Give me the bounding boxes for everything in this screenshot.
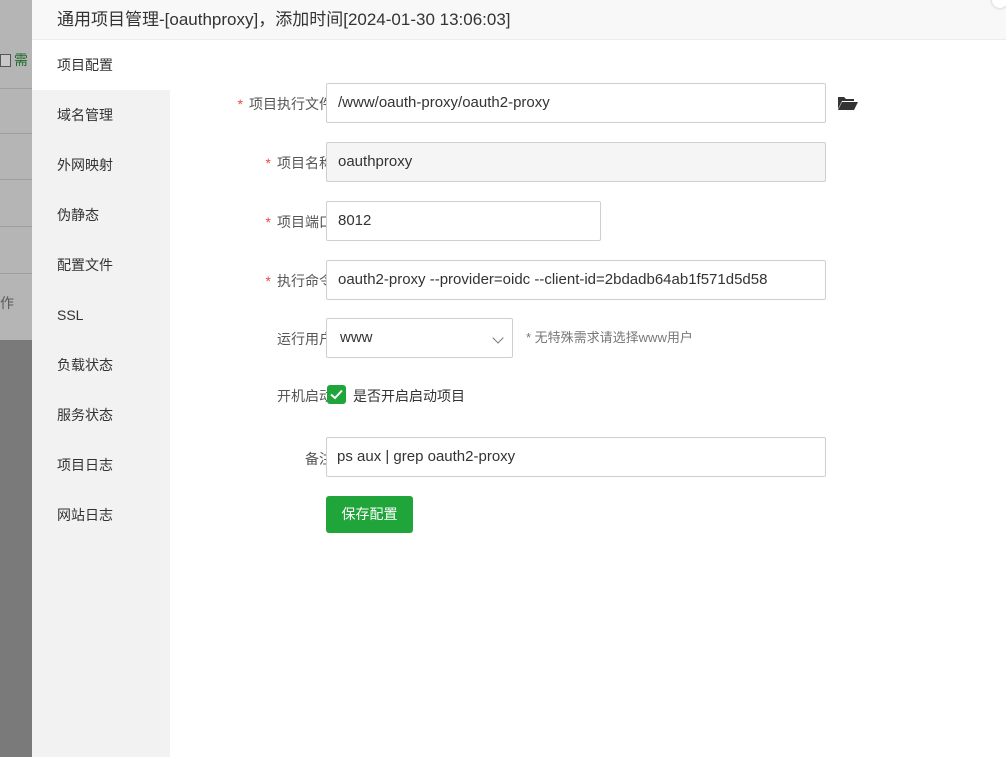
- exec-command-input[interactable]: oauth2-proxy --provider=oidc --client-id…: [326, 260, 826, 300]
- background-divider: [0, 133, 32, 134]
- background-divider: [0, 226, 32, 227]
- tab-service-status[interactable]: 服务状态: [32, 390, 170, 440]
- folder-open-icon[interactable]: [838, 96, 858, 115]
- tab-project-log[interactable]: 项目日志: [32, 440, 170, 490]
- tab-load-status[interactable]: 负载状态: [32, 340, 170, 390]
- project-manage-modal: 通用项目管理-[oauthproxy]，添加时间[2024-01-30 13:0…: [32, 0, 1006, 757]
- tab-site-log[interactable]: 网站日志: [32, 490, 170, 540]
- tab-rewrite[interactable]: 伪静态: [32, 190, 170, 240]
- run-user-hint: * 无特殊需求请选择www用户: [526, 330, 693, 345]
- exec-command-label: * 执行命令: [265, 273, 333, 289]
- tab-config-file[interactable]: 配置文件: [32, 240, 170, 290]
- tab-project-config[interactable]: 项目配置: [32, 40, 170, 90]
- autostart-checkbox-label[interactable]: 是否开启启动项目: [353, 386, 465, 406]
- background-divider: [0, 273, 32, 274]
- close-button[interactable]: [992, 0, 1006, 8]
- remark-input[interactable]: ps aux | grep oauth2-proxy: [326, 437, 826, 477]
- chevron-down-icon: [492, 332, 504, 344]
- project-port-label: * 项目端口: [265, 214, 333, 230]
- project-name-label: * 项目名称: [265, 155, 333, 171]
- edit-icon: [0, 54, 11, 67]
- autostart-label: 开机启动: [277, 388, 333, 404]
- tab-domain-manage[interactable]: 域名管理: [32, 90, 170, 140]
- background-edit-link: 需: [0, 50, 28, 70]
- project-config-form: * 项目执行文件 /www/oauth-proxy/oauth2-proxy * 项…: [170, 40, 1006, 757]
- run-user-value: www: [340, 329, 373, 346]
- project-port-input[interactable]: 8012: [326, 201, 601, 241]
- background-page: 需 作: [0, 0, 32, 757]
- modal-title: 通用项目管理-[oauthproxy]，添加时间[2024-01-30 13:0…: [57, 10, 511, 29]
- checkmark-icon: [330, 389, 343, 400]
- exec-file-input[interactable]: /www/oauth-proxy/oauth2-proxy: [326, 83, 826, 123]
- run-user-label: 运行用户: [277, 331, 333, 347]
- autostart-checkbox[interactable]: [327, 385, 346, 404]
- tab-ssl[interactable]: SSL: [32, 290, 170, 340]
- project-name-input[interactable]: oauthproxy: [326, 142, 826, 182]
- modal-sidebar: 项目配置 域名管理 外网映射 伪静态 配置文件 SSL 负载状态 服务状态 项目…: [32, 40, 170, 757]
- background-divider: [0, 88, 32, 89]
- tab-external-mapping[interactable]: 外网映射: [32, 140, 170, 190]
- background-divider: [0, 179, 32, 180]
- run-user-select[interactable]: www: [326, 318, 513, 358]
- exec-file-label: * 项目执行文件: [237, 96, 333, 112]
- modal-header: 通用项目管理-[oauthproxy]，添加时间[2024-01-30 13:0…: [32, 0, 1006, 40]
- save-config-button[interactable]: 保存配置: [326, 496, 413, 533]
- background-op-label: 作: [0, 295, 14, 311]
